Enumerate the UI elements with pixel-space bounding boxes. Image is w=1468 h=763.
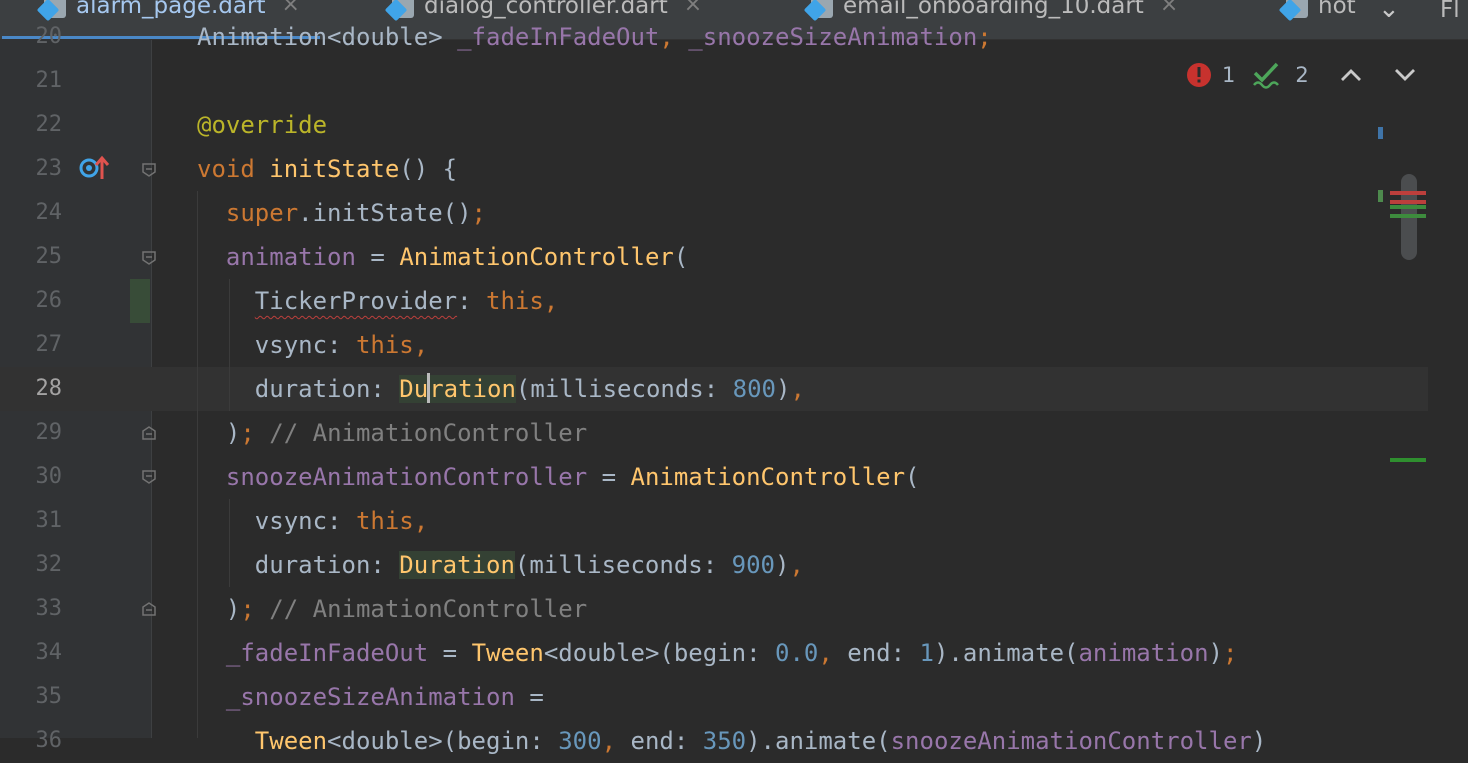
line-number: 31 [35,508,63,533]
code-editor[interactable]: 20 Animation<double> _fadeInFadeOut, _sn… [0,0,1468,755]
line-number: 33 [35,596,63,621]
line-number: 21 [35,68,63,93]
code-text: vsync: this, [197,331,429,359]
code-text: @override [197,111,328,139]
code-text: vsync: this, [197,507,429,535]
code-text: super.initState(); [225,199,486,227]
line-number: 35 [35,684,63,709]
code-line: 36 Tween<double>(begin: 300, end: 350).a… [0,719,1428,763]
code-text: _snoozeSizeAnimation = [225,683,544,711]
line-number: 25 [35,244,63,269]
error-stripe[interactable] [1390,191,1426,195]
line-number: 20 [35,24,63,49]
code-line: 34 _fadeInFadeOut = Tween<double>(begin:… [0,631,1428,675]
code-text: ); // AnimationController [197,419,588,447]
code-text: _fadeInFadeOut = Tween<double>(begin: 0.… [225,639,1238,667]
line-number: 23 [35,156,63,181]
line-number: 26 [35,288,63,313]
indent-guide [229,279,230,411]
code-text: Animation<double> _fadeInFadeOut, _snooz… [197,23,992,51]
error-stripe[interactable] [1390,200,1426,204]
line-number: 28 [35,376,63,401]
error-count: 1 [1222,63,1236,87]
code-line: 24 super.initState(); [0,191,1428,235]
text-caret [427,373,431,403]
warning-stripe[interactable] [1390,214,1426,218]
code-line: 25 animation = AnimationController( [0,235,1428,279]
code-text: ); // AnimationController [197,595,588,623]
code-line: 22 @override [0,103,1428,147]
double-check-warning-icon [1253,62,1280,89]
code-text: TickerProvider: this, [254,287,559,315]
code-text: void initState() { [197,155,458,183]
override-marker-icon[interactable] [78,155,110,187]
line-number: 22 [35,112,63,137]
code-line: 26 TickerProvider: this, [0,279,1428,323]
fold-icon[interactable] [142,426,156,440]
indent-guide [197,191,198,738]
fold-icon[interactable] [142,251,156,265]
change-stripe[interactable] [1390,458,1426,462]
code-text: snoozeAnimationController = AnimationCon… [225,463,920,491]
bookmark-stripe[interactable] [1378,127,1383,139]
indent-guide [229,499,230,587]
code-line: 31 vsync: this, [0,499,1428,543]
code-line: 27 vsync: this, [0,323,1428,367]
line-number: 27 [35,332,63,357]
code-line: 23 void initState() { [0,147,1428,191]
code-text: duration: Duration(milliseconds: 800), [197,373,805,403]
fold-icon[interactable] [142,602,156,616]
line-number: 24 [35,200,63,225]
line-number: 34 [35,640,63,665]
line-number: 30 [35,464,63,489]
line-number: 29 [35,420,63,445]
inspection-widget[interactable]: 1 2 [1186,60,1417,90]
code-line: 29 ); // AnimationController [0,411,1428,455]
code-text: Tween<double>(begin: 300, end: 350).anim… [254,727,1267,755]
change-stripe[interactable] [1378,190,1383,202]
chevron-down-icon[interactable] [1393,66,1417,84]
code-line: 30 snoozeAnimationController = Animation… [0,455,1428,499]
line-number: 32 [35,552,63,577]
warning-count: 2 [1295,63,1309,87]
fold-icon[interactable] [142,470,156,484]
code-line: 33 ); // AnimationController [0,587,1428,631]
code-text: duration: Duration(milliseconds: 900), [197,551,804,579]
fold-icon[interactable] [142,163,156,177]
error-icon [1187,63,1211,87]
code-line: 32 duration: Duration(milliseconds: 900)… [0,543,1428,587]
code-line: 20 Animation<double> _fadeInFadeOut, _sn… [0,15,1428,59]
chevron-up-icon[interactable] [1339,66,1363,84]
warning-stripe[interactable] [1390,205,1426,209]
current-code-line: 28 duration: Duration(milliseconds: 800)… [0,367,1428,411]
code-text: animation = AnimationController( [225,243,689,271]
line-number: 36 [35,728,63,753]
code-line: 35 _snoozeSizeAnimation = [0,675,1428,719]
